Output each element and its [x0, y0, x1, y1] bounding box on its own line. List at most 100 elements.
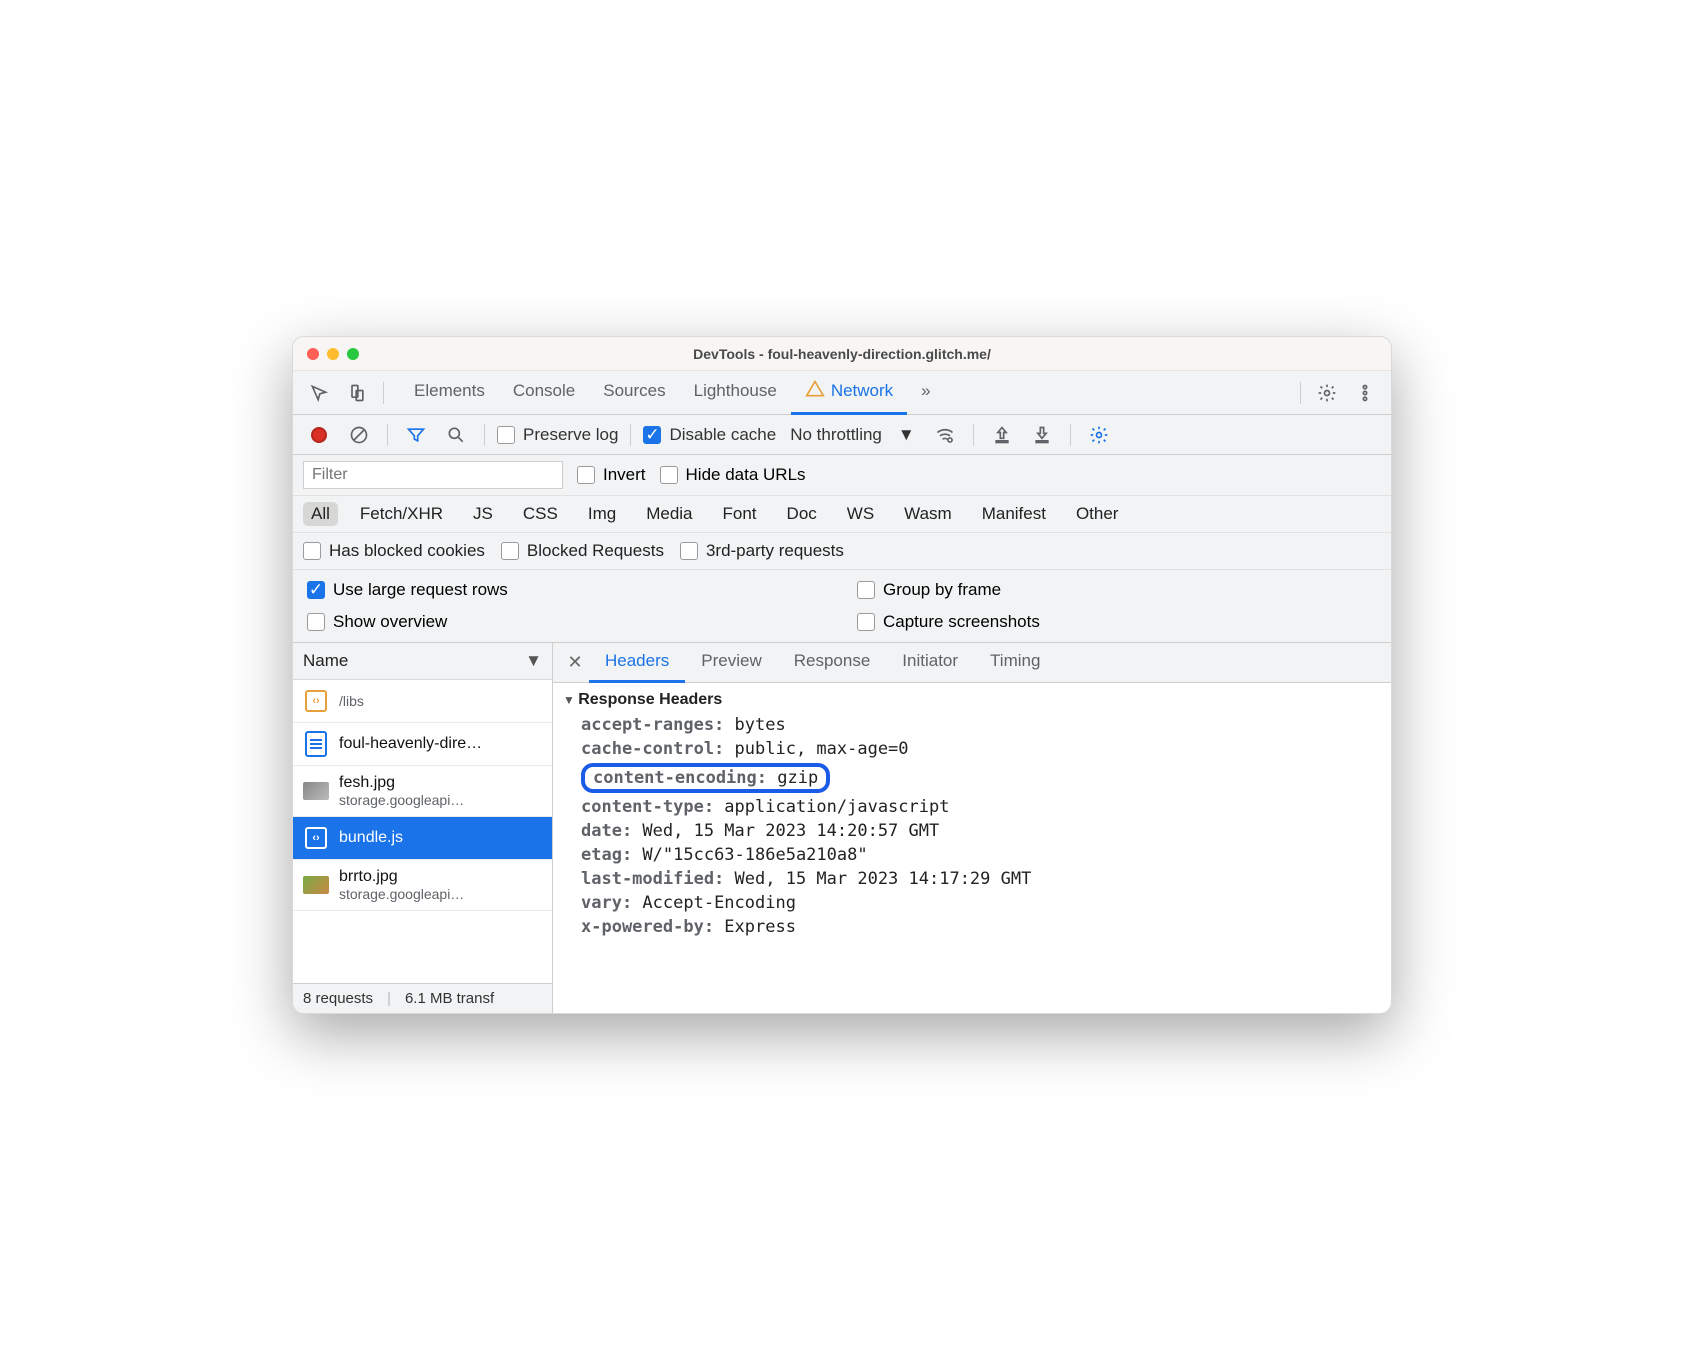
network-settings-icon[interactable] — [1083, 419, 1115, 451]
close-window-button[interactable] — [307, 348, 319, 360]
header-key: accept-ranges: — [581, 715, 724, 735]
request-row[interactable]: brrto.jpgstorage.googleapi… — [293, 860, 552, 911]
type-js[interactable]: JS — [465, 502, 501, 526]
type-manifest[interactable]: Manifest — [974, 502, 1054, 526]
kebab-menu-icon[interactable] — [1349, 377, 1381, 409]
disable-cache-checkbox[interactable]: ✓Disable cache — [643, 425, 776, 445]
third-party-checkbox[interactable]: 3rd-party requests — [680, 541, 844, 561]
tab-lighthouse[interactable]: Lighthouse — [680, 371, 791, 415]
blocked-requests-checkbox[interactable]: Blocked Requests — [501, 541, 664, 561]
header-line: last-modified: Wed, 15 Mar 2023 14:17:29… — [581, 869, 1381, 889]
type-css[interactable]: CSS — [515, 502, 566, 526]
capture-screenshots-label: Capture screenshots — [883, 612, 1040, 632]
preserve-log-checkbox[interactable]: Preserve log — [497, 425, 618, 445]
type-ws[interactable]: WS — [839, 502, 882, 526]
device-toolbar-icon[interactable] — [341, 377, 373, 409]
tab-timing[interactable]: Timing — [974, 643, 1056, 683]
network-conditions-icon[interactable] — [929, 419, 961, 451]
request-row[interactable]: fesh.jpgstorage.googleapi… — [293, 766, 552, 817]
requests-pane: Name ▼ ‹›/libs foul-heavenly-dire… fesh.jp… — [293, 643, 553, 1013]
header-value: gzip — [767, 768, 818, 788]
script-icon: ‹› — [305, 827, 327, 849]
throttling-select[interactable]: No throttling ▼ — [784, 425, 921, 445]
transfer-size: 6.1 MB transf — [405, 990, 494, 1007]
filter-input[interactable] — [303, 461, 563, 489]
name-column-header[interactable]: Name ▼ — [293, 643, 552, 680]
header-line: cache-control: public, max-age=0 — [581, 739, 1381, 759]
type-font[interactable]: Font — [715, 502, 765, 526]
header-key: x-powered-by: — [581, 917, 714, 937]
tab-console[interactable]: Console — [499, 371, 589, 415]
separator — [383, 382, 384, 404]
network-settings-grid: ✓Use large request rows Group by frame S… — [293, 570, 1391, 643]
group-by-frame-checkbox[interactable]: Group by frame — [857, 580, 1377, 600]
tab-more[interactable]: » — [907, 371, 944, 415]
type-all[interactable]: All — [303, 502, 338, 526]
headers-body: Response Headers accept-ranges: bytescac… — [553, 683, 1391, 1013]
header-value: Wed, 15 Mar 2023 14:20:57 GMT — [632, 821, 939, 841]
third-party-label: 3rd-party requests — [706, 541, 844, 561]
close-detail-icon[interactable]: ✕ — [561, 652, 589, 673]
invert-checkbox[interactable]: Invert — [577, 465, 646, 485]
minimize-window-button[interactable] — [327, 348, 339, 360]
type-wasm[interactable]: Wasm — [896, 502, 960, 526]
tab-network[interactable]: Network — [791, 371, 907, 415]
settings-gear-icon[interactable] — [1311, 377, 1343, 409]
header-value: Express — [714, 917, 796, 937]
main-toolbar: Elements Console Sources Lighthouse Netw… — [293, 371, 1391, 415]
tab-elements[interactable]: Elements — [400, 371, 499, 415]
header-key: cache-control: — [581, 739, 724, 759]
blocked-cookies-checkbox[interactable]: Has blocked cookies — [303, 541, 485, 561]
sort-icon: ▼ — [525, 651, 542, 671]
search-icon[interactable] — [440, 419, 472, 451]
warning-icon — [805, 379, 825, 404]
type-img[interactable]: Img — [580, 502, 624, 526]
header-value: public, max-age=0 — [724, 739, 908, 759]
inspect-element-icon[interactable] — [303, 377, 335, 409]
large-rows-label: Use large request rows — [333, 580, 508, 600]
header-key: content-encoding: — [593, 768, 767, 788]
request-domain: storage.googleapi… — [339, 886, 464, 902]
tab-sources[interactable]: Sources — [589, 371, 679, 415]
zoom-window-button[interactable] — [347, 348, 359, 360]
type-doc[interactable]: Doc — [779, 502, 825, 526]
titlebar: DevTools - foul-heavenly-direction.glitc… — [293, 337, 1391, 371]
header-line: content-type: application/javascript — [581, 797, 1381, 817]
status-bar: 8 requests | 6.1 MB transf — [293, 983, 552, 1013]
image-icon — [303, 876, 329, 894]
upload-har-icon[interactable] — [986, 419, 1018, 451]
large-rows-checkbox[interactable]: ✓Use large request rows — [307, 580, 827, 600]
tab-headers[interactable]: Headers — [589, 643, 685, 683]
hide-data-urls-checkbox[interactable]: Hide data URLs — [660, 465, 806, 485]
document-icon — [305, 731, 327, 757]
request-row[interactable]: ‹›bundle.js — [293, 817, 552, 860]
header-value: application/javascript — [714, 797, 949, 817]
request-row[interactable]: foul-heavenly-dire… — [293, 723, 552, 766]
invert-label: Invert — [603, 465, 646, 485]
tab-initiator[interactable]: Initiator — [886, 643, 974, 683]
header-line: etag: W/"15cc63-186e5a210a8" — [581, 845, 1381, 865]
request-row[interactable]: ‹›/libs — [293, 680, 552, 723]
tab-response[interactable]: Response — [778, 643, 887, 683]
type-other[interactable]: Other — [1068, 502, 1127, 526]
filter-icon[interactable] — [400, 419, 432, 451]
type-fetch[interactable]: Fetch/XHR — [352, 502, 451, 526]
download-har-icon[interactable] — [1026, 419, 1058, 451]
show-overview-checkbox[interactable]: Show overview — [307, 612, 827, 632]
tab-network-label: Network — [831, 381, 893, 401]
script-icon: ‹› — [305, 690, 327, 712]
record-button[interactable] — [303, 419, 335, 451]
response-headers-title[interactable]: Response Headers — [563, 691, 1381, 709]
capture-screenshots-checkbox[interactable]: Capture screenshots — [857, 612, 1377, 632]
tab-preview[interactable]: Preview — [685, 643, 777, 683]
resource-type-row: All Fetch/XHR JS CSS Img Media Font Doc … — [293, 496, 1391, 533]
separator — [630, 424, 631, 446]
name-header-label: Name — [303, 651, 348, 671]
type-media[interactable]: Media — [638, 502, 700, 526]
request-name: foul-heavenly-dire… — [339, 735, 482, 753]
show-overview-label: Show overview — [333, 612, 447, 632]
group-by-frame-label: Group by frame — [883, 580, 1001, 600]
header-line: content-encoding: gzip — [581, 763, 1381, 793]
clear-icon[interactable] — [343, 419, 375, 451]
header-value: Wed, 15 Mar 2023 14:17:29 GMT — [724, 869, 1031, 889]
